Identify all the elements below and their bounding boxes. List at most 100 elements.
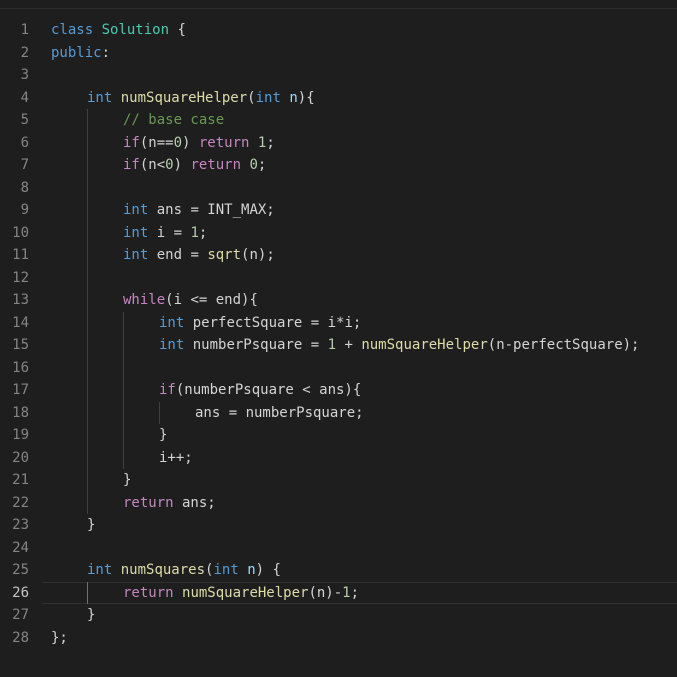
code-token: ans; [173,494,216,511]
line-number: 3 [20,67,29,83]
code-text: int numSquareHelper(int n){ [87,87,315,110]
code-text: // base case [123,109,224,132]
code-line[interactable]: 26 return numSquareHelper(n)-1; [0,581,677,605]
code-token: (n< [139,157,166,173]
line-number: 20 [12,449,29,466]
code-token: n [247,562,256,578]
code-line[interactable]: 6 if(n==0) return 1; [0,131,677,154]
code-text: public: [51,42,110,65]
code-line[interactable]: 24 [0,537,677,560]
code-token: Solution [101,22,170,38]
code-line[interactable]: 11 int end = sqrt(n); [0,244,677,267]
code-line[interactable]: 25 int numSquares(int n) { [0,559,677,582]
indent-guide [87,199,88,222]
code-token: return [123,584,174,601]
code-token: // base case [123,112,225,128]
code-token: int [123,224,149,241]
code-token: class [51,22,94,38]
line-number: 23 [12,517,29,533]
code-text: } [159,424,167,447]
code-token: int [87,562,113,578]
code-line[interactable]: 1 class Solution { [0,19,677,42]
code-token: ; [350,584,360,601]
indent-guide [87,424,88,447]
code-token: int [159,314,185,331]
indent-guide [159,401,160,424]
code-token: return [190,157,242,173]
code-line[interactable]: 16 [0,356,677,379]
indent-guide [87,334,88,357]
code-line[interactable]: 27} [0,604,677,627]
code-token: 0 [165,157,174,173]
code-line[interactable]: 2 public: [0,42,677,65]
line-number: 11 [12,247,29,263]
code-line[interactable]: 22 return ans; [0,491,677,515]
line-number: 8 [20,179,29,196]
code-text: } [87,514,95,537]
indent-guide [123,424,124,447]
indent-guide [87,176,88,199]
code-text: class Solution { [51,19,186,42]
code-text: int ans = INT_MAX; [123,199,275,222]
code-line[interactable]: 8 [0,176,677,199]
code-token: (n)- [308,584,343,601]
line-number: 15 [12,337,29,353]
code-token: 1 [342,584,351,601]
line-number: 19 [12,427,29,443]
code-token: (i <= end){ [165,292,258,308]
line-number: 27 [12,607,29,623]
code-token: numSquareHelper [361,337,488,353]
code-token: { [169,22,186,38]
code-line[interactable]: 20 i++; [0,446,677,469]
code-token: i = [148,224,191,241]
code-editor[interactable]: 1 class Solution {2 public: 3 4 int numSquare… [0,0,677,677]
code-token: } [87,517,96,533]
code-line[interactable]: 7 if(n<0) return 0; [0,154,677,177]
code-token: return [198,134,250,151]
line-number: 28 [12,629,29,646]
code-text: return ans; [123,492,216,515]
code-token: n [289,89,298,106]
code-line[interactable]: 23} [0,514,677,537]
indent-guide [87,244,88,267]
code-text: return numSquareHelper(n)-1; [123,582,359,605]
indent-guide [87,581,88,604]
code-text: }; [51,627,68,650]
line-number: 25 [12,562,29,578]
code-line[interactable]: 18 ans = numberPsquare; [0,401,677,424]
code-line[interactable]: 19} [0,424,677,447]
indent-guide [87,221,88,244]
code-text: } [123,469,131,492]
line-number: 10 [12,224,29,241]
code-token: 0 [173,134,183,151]
code-line[interactable]: 21} [0,469,677,492]
line-number: 1 [20,22,29,38]
code-token: int [123,247,149,263]
code-line[interactable]: 14 int perfectSquare = i*i; [0,311,677,334]
code-line[interactable]: 28}; [0,627,677,650]
code-token: numberPsquare = [184,337,328,353]
code-line[interactable]: 3 [0,64,677,87]
code-line[interactable]: 15 int numberPsquare = 1 + numSquareHelpe… [0,334,677,357]
code-line[interactable]: 13 while(i <= end){ [0,289,677,312]
indent-guide [87,379,88,402]
code-token: if [123,134,140,151]
code-line[interactable]: 9 int ans = INT_MAX; [0,199,677,222]
code-lines[interactable]: 1 class Solution {2 public: 3 4 int numSquare… [0,19,677,649]
code-token: while [123,292,166,308]
line-number: 9 [20,202,29,218]
indent-guide [87,154,88,177]
code-token: (n== [139,134,174,151]
code-token: (n-perfectSquare); [487,337,640,353]
code-line[interactable]: 4 int numSquareHelper(int n){ [0,87,677,110]
code-line[interactable]: 17 if(numberPsquare < ans){ [0,379,677,402]
code-line[interactable]: 12 [0,266,677,289]
code-line[interactable]: 5 // base case [0,109,677,132]
code-line[interactable]: 10 int i = 1; [0,221,677,244]
line-number: 17 [12,382,29,398]
line-number: 12 [12,269,29,286]
code-text: if(numberPsquare < ans){ [159,379,361,402]
